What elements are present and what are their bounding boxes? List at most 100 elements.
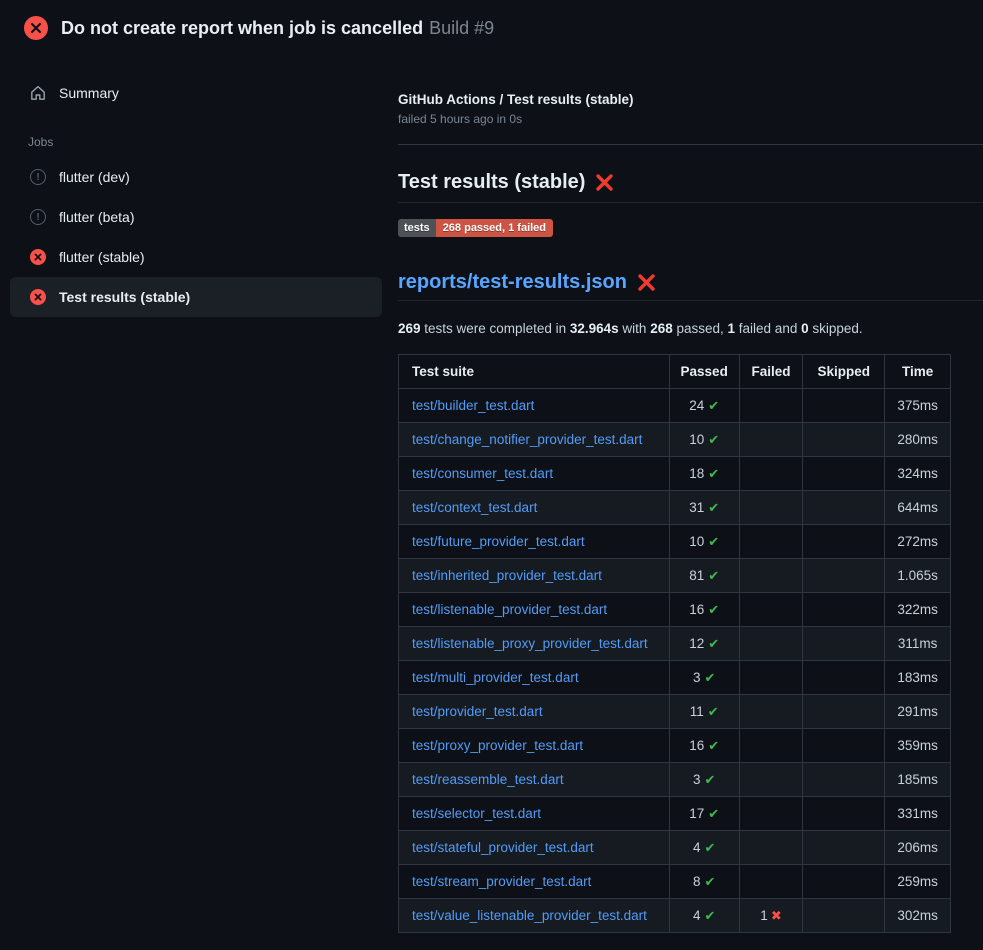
table-row: test/selector_test.dart17✔331ms	[399, 797, 951, 831]
time-cell: 259ms	[885, 865, 951, 899]
failed-cell	[739, 525, 803, 559]
column-header: Test suite	[399, 355, 670, 389]
test-suite-link[interactable]: test/reassemble_test.dart	[412, 772, 564, 787]
test-suite-link[interactable]: test/builder_test.dart	[412, 398, 534, 413]
suite-cell: test/reassemble_test.dart	[399, 763, 670, 797]
run-summary-text: 269 tests were completed in 32.964s with…	[398, 321, 983, 336]
check-icon: ✔	[708, 636, 719, 651]
column-header: Passed	[669, 355, 739, 389]
table-row: test/listenable_provider_test.dart 16✔ 322…	[399, 593, 951, 627]
skipped-cell	[803, 627, 885, 661]
passed-count: 8	[693, 874, 701, 889]
summary-segment: passed,	[673, 321, 728, 336]
passed-cell: 8✔	[669, 865, 739, 899]
check-icon: ✔	[708, 534, 719, 549]
summary-segment: 32.964s	[570, 321, 619, 336]
summary-segment: with	[619, 321, 651, 336]
failed-cell	[739, 389, 803, 423]
time-cell: 311ms	[885, 627, 951, 661]
passed-count: 11	[690, 704, 704, 719]
summary-segment: 1	[728, 321, 736, 336]
test-suite-link[interactable]: test/change_notifier_provider_test.dart	[412, 432, 642, 447]
suite-cell: test/inherited_provider_test.dart	[399, 559, 670, 593]
table-row: test/value_listenable_provider_test.dart…	[399, 899, 951, 933]
job-label: flutter (beta)	[59, 209, 134, 225]
test-suite-link[interactable]: test/selector_test.dart	[412, 806, 541, 821]
passed-cell: 18✔	[669, 457, 739, 491]
skipped-cell	[803, 695, 885, 729]
time-cell: 322ms	[885, 593, 951, 627]
test-suite-link[interactable]: test/proxy_provider_test.dart	[412, 738, 583, 753]
test-suite-link[interactable]: test/stream_provider_test.dart	[412, 874, 591, 889]
home-icon	[30, 85, 46, 101]
table-row: test/listenable_proxy_provider_test.dart…	[399, 627, 951, 661]
cancelled-status-icon: !	[30, 169, 46, 185]
skipped-cell	[803, 491, 885, 525]
passed-cell: 12✔	[669, 627, 739, 661]
table-row: test/proxy_provider_test.dart16✔359ms	[399, 729, 951, 763]
sidebar-item-summary[interactable]: Summary	[10, 77, 382, 109]
test-suite-link[interactable]: test/provider_test.dart	[412, 704, 543, 719]
passed-cell: 11 ✔	[669, 695, 739, 729]
failed-cell	[739, 559, 803, 593]
x-icon: ✖	[771, 908, 782, 923]
failed-cell	[739, 593, 803, 627]
check-icon: ✔	[708, 704, 719, 719]
column-header: Skipped	[803, 355, 885, 389]
skipped-cell	[803, 389, 885, 423]
passed-cell: 16✔	[669, 593, 739, 627]
test-suite-link[interactable]: test/listenable_provider_test.dart	[412, 602, 607, 617]
check-icon: ✔	[704, 670, 715, 685]
sidebar-item-job[interactable]: flutter (stable)	[10, 237, 382, 277]
summary-segment: tests were completed in	[421, 321, 570, 336]
passed-cell: 17✔	[669, 797, 739, 831]
failed-status-icon	[30, 249, 46, 265]
failed-cross-icon	[637, 273, 656, 292]
skipped-cell	[803, 797, 885, 831]
sidebar-item-job[interactable]: Test results (stable)	[10, 277, 382, 317]
table-row: test/provider_test.dart11✔291ms	[399, 695, 951, 729]
time-cell: 359ms	[885, 729, 951, 763]
passed-count: 16	[689, 602, 704, 617]
failed-cell	[739, 831, 803, 865]
suite-cell: test/builder_test.dart	[399, 389, 670, 423]
time-cell: 272ms	[885, 525, 951, 559]
check-icon: ✔	[708, 738, 719, 753]
failed-cell	[739, 491, 803, 525]
passed-cell: 3✔	[669, 763, 739, 797]
suite-cell: test/stream_provider_test.dart	[399, 865, 670, 899]
passed-cell: 4✔	[669, 899, 739, 933]
test-suite-link[interactable]: test/listenable_proxy_provider_test.dart	[412, 636, 648, 651]
time-cell: 644ms	[885, 491, 951, 525]
badge-value: 268 passed, 1 failed	[436, 219, 553, 237]
time-cell: 1.065s	[885, 559, 951, 593]
failed-cell	[739, 729, 803, 763]
test-suite-link[interactable]: test/multi_provider_test.dart	[412, 670, 579, 685]
suite-cell: test/future_provider_test.dart	[399, 525, 670, 559]
divider	[398, 144, 983, 145]
passed-count: 81	[689, 568, 704, 583]
report-file-link[interactable]: reports/test-results.json	[398, 271, 627, 294]
passed-count: 10	[689, 432, 704, 447]
tests-badge: tests 268 passed, 1 failed	[398, 219, 553, 237]
test-suite-link[interactable]: test/consumer_test.dart	[412, 466, 553, 481]
check-icon: ✔	[708, 398, 719, 413]
suite-cell: test/context_test.dart	[399, 491, 670, 525]
test-suite-link[interactable]: test/future_provider_test.dart	[412, 534, 585, 549]
breadcrumb: GitHub Actions / Test results (stable)	[398, 92, 983, 107]
test-results-table: Test suitePassedFailedSkippedTime test/b…	[398, 354, 951, 933]
skipped-cell	[803, 661, 885, 695]
failed-cell	[739, 797, 803, 831]
skipped-cell	[803, 423, 885, 457]
test-suite-link[interactable]: test/context_test.dart	[412, 500, 537, 515]
passed-cell: 4✔	[669, 831, 739, 865]
failed-cell	[739, 661, 803, 695]
suite-cell: test/selector_test.dart	[399, 797, 670, 831]
skipped-cell	[803, 763, 885, 797]
time-cell: 302ms	[885, 899, 951, 933]
sidebar-item-job[interactable]: !flutter (dev)	[10, 157, 382, 197]
test-suite-link[interactable]: test/inherited_provider_test.dart	[412, 568, 602, 583]
test-suite-link[interactable]: test/value_listenable_provider_test.dart	[412, 908, 647, 923]
test-suite-link[interactable]: test/stateful_provider_test.dart	[412, 840, 594, 855]
sidebar-item-job[interactable]: !flutter (beta)	[10, 197, 382, 237]
